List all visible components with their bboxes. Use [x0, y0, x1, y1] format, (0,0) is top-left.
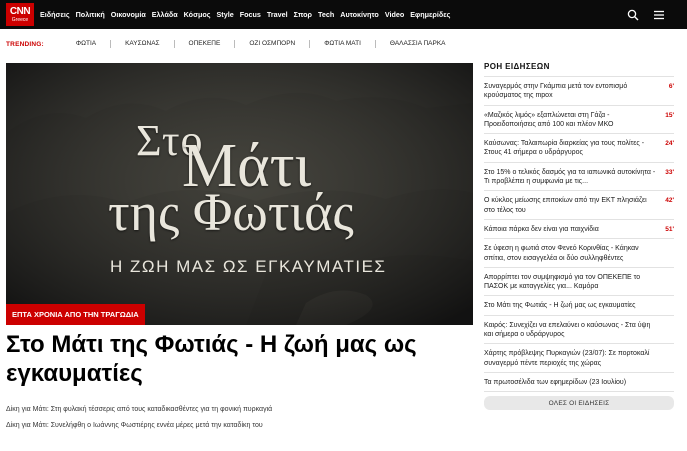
related-article-link[interactable]: Δίκη για Μάτι: Συνελήφθη ο Ιωάννης Φωστι… — [6, 422, 263, 429]
feed-item-text: Σε ύφεση η φωτιά στον Φενεό Κορινθίας - … — [484, 245, 639, 262]
trending-bar: TRENDING: ΦΩΤΙΑ ΚΑΥΣΩΝΑΣ ΟΠΕΚΕΠΕ ΟΖΙ ΟΣΜ… — [6, 37, 460, 51]
logo-brand: CNN — [9, 5, 31, 17]
feed-item[interactable]: Σε ύφεση η φωτιά στον Φενεό Κορινθίας - … — [484, 239, 674, 268]
feed-item-time: 33' — [665, 168, 674, 176]
nav-item-style[interactable]: Style — [217, 10, 234, 19]
nav-item-politiki[interactable]: Πολιτική — [76, 10, 105, 19]
feed-item[interactable]: Καύσωνας: Ταλαιπωρία διαρκείας για τους … — [484, 134, 674, 163]
feed-item[interactable]: Στο 15% ο τελικός δασμός για τα ιαπωνικά… — [484, 163, 674, 192]
nav-item-focus[interactable]: Focus — [240, 10, 261, 19]
trending-tag[interactable]: ΦΩΤΙΑ ΜΑΤΙ — [310, 40, 376, 48]
related-article-link[interactable]: Δίκη για Μάτι: Στη φυλακή τέσσερις από τ… — [6, 406, 272, 413]
logo-region: Greece — [11, 16, 29, 23]
trending-label: TRENDING: — [6, 40, 44, 48]
feed-item-time: 51' — [665, 225, 674, 233]
search-icon[interactable] — [627, 9, 639, 21]
main-nav: Ειδήσεις Πολιτική Οικονομία Ελλάδα Κόσμο… — [40, 10, 456, 19]
nav-item-aftokinito[interactable]: Αυτοκίνητο — [340, 10, 379, 19]
feed-item-text: «Μαζικός λιμός» εξαπλώνεται στη Γάζα - Π… — [484, 111, 614, 128]
feed-item-text: Ο κύκλος μείωσης επιτοκίων από την ΕΚΤ π… — [484, 197, 647, 214]
feed-item-text: Συναγερμός στην Γκάμπια μετά τον εντοπισ… — [484, 83, 628, 100]
trending-tag[interactable]: ΟΠΕΚΕΠΕ — [175, 40, 236, 48]
cnn-greece-logo[interactable]: CNN Greece — [6, 3, 34, 26]
feed-item-text: Χάρτης πρόβλεψης Πυρκαγιών (23/07): Σε π… — [484, 350, 650, 367]
feed-item-text: Στο 15% ο τελικός δασμός για τα ιαπωνικά… — [484, 168, 656, 186]
feed-item[interactable]: Χάρτης πρόβλεψης Πυρκαγιών (23/07): Σε π… — [484, 344, 674, 373]
trending-tag[interactable]: ΚΑΥΣΩΝΑΣ — [111, 40, 175, 48]
feed-item-time: 6' — [668, 83, 674, 90]
nav-item-tech[interactable]: Tech — [318, 10, 334, 19]
feed-item-time: 42' — [665, 197, 674, 205]
feed-item-text: Καιρός: Συνεχίζει να επελαύνει ο καύσωνα… — [484, 321, 651, 339]
top-icons — [627, 0, 665, 29]
nav-item-efimerides[interactable]: Εφημερίδες — [410, 10, 450, 19]
hero-category-badge[interactable]: ΕΠΤΑ ΧΡΟΝΙΑ ΑΠΟ ΤΗΝ ΤΡΑΓΩΔΙΑ — [6, 304, 145, 325]
hero-overlay-subtitle: Η ΖΩΗ ΜΑΣ ΩΣ ΕΓΚΑΥΜΑΤΙΕΣ — [110, 257, 387, 276]
feed-item[interactable]: Ο κύκλος μείωσης επιτοκίων από την ΕΚΤ π… — [484, 191, 674, 220]
trending-tag[interactable]: ΟΖΙ ΟΣΜΠΟΡΝ — [235, 40, 311, 48]
feed-item-text: Τα πρωτοσέλιδα των εφημερίδων (23 Ιουλίο… — [484, 378, 627, 386]
nav-item-travel[interactable]: Travel — [267, 10, 288, 19]
trending-tag[interactable]: ΦΩΤΙΑ — [62, 40, 112, 48]
feed-item[interactable]: «Μαζικός λιμός» εξαπλώνεται στη Γάζα - Π… — [484, 106, 674, 135]
feed-item-text: Κάποια πάρκα δεν είναι για παιχνίδια — [484, 225, 599, 233]
feed-item-time: 24' — [665, 140, 674, 148]
feed-item[interactable]: Στο Μάτι της Φωτιάς - Η ζωή μας ως εγκαυ… — [484, 296, 674, 316]
feed-item[interactable]: Καιρός: Συνεχίζει να επελαύνει ο καύσωνα… — [484, 316, 674, 345]
feed-item-time: 15' — [665, 111, 674, 119]
nav-item-ellada[interactable]: Ελλάδα — [152, 10, 178, 19]
nav-item-eidiseis[interactable]: Ειδήσεις — [40, 10, 70, 19]
news-feed-sidebar: ΡΟΗ ΕΙΔΗΣΕΩΝ Συναγερμός στην Γκάμπια μετ… — [484, 62, 674, 411]
hero-image[interactable]: Στο Μάτι της Φωτιάς Η ΖΩΗ ΜΑΣ ΩΣ ΕΓΚΑΥΜΑ… — [6, 63, 473, 325]
top-navigation-bar: CNN Greece Ειδήσεις Πολιτική Οικονομία Ε… — [0, 0, 687, 29]
feed-item-text: Απορρίπτει τον συμψηφισμό για τον ΟΠΕΚΕΠ… — [484, 273, 641, 291]
feed-item[interactable]: Κάποια πάρκα δεν είναι για παιχνίδια 51' — [484, 220, 674, 240]
nav-item-kosmos[interactable]: Κόσμος — [184, 10, 211, 19]
trending-tag[interactable]: ΘΑΛΑΣΣΙΑ ΠΑΡΚΑ — [376, 40, 460, 48]
news-feed-title: ΡΟΗ ΕΙΔΗΣΕΩΝ — [484, 62, 674, 77]
feed-item-text: Καύσωνας: Ταλαιπωρία διαρκείας για τους … — [484, 140, 645, 157]
hero-headline[interactable]: Στο Μάτι της Φωτιάς - Η ζωή μας ως εγκαυ… — [6, 330, 473, 388]
nav-item-oikonomia[interactable]: Οικονομία — [111, 10, 146, 19]
feed-item-text: Στο Μάτι της Φωτιάς - Η ζωή μας ως εγκαυ… — [484, 302, 636, 310]
hero-overlay-title-line3: της Φωτιάς — [108, 182, 354, 242]
nav-item-video[interactable]: Video — [385, 10, 404, 19]
feed-item[interactable]: Τα πρωτοσέλιδα των εφημερίδων (23 Ιουλίο… — [484, 373, 674, 393]
all-news-button[interactable]: ΟΛΕΣ ΟΙ ΕΙΔΗΣΕΙΣ — [484, 396, 674, 411]
feed-item[interactable]: Συναγερμός στην Γκάμπια μετά τον εντοπισ… — [484, 77, 674, 106]
nav-item-spor[interactable]: Σπορ — [294, 10, 312, 19]
feed-item[interactable]: Απορρίπτει τον συμψηφισμό για τον ΟΠΕΚΕΠ… — [484, 268, 674, 297]
menu-icon[interactable] — [653, 9, 665, 21]
